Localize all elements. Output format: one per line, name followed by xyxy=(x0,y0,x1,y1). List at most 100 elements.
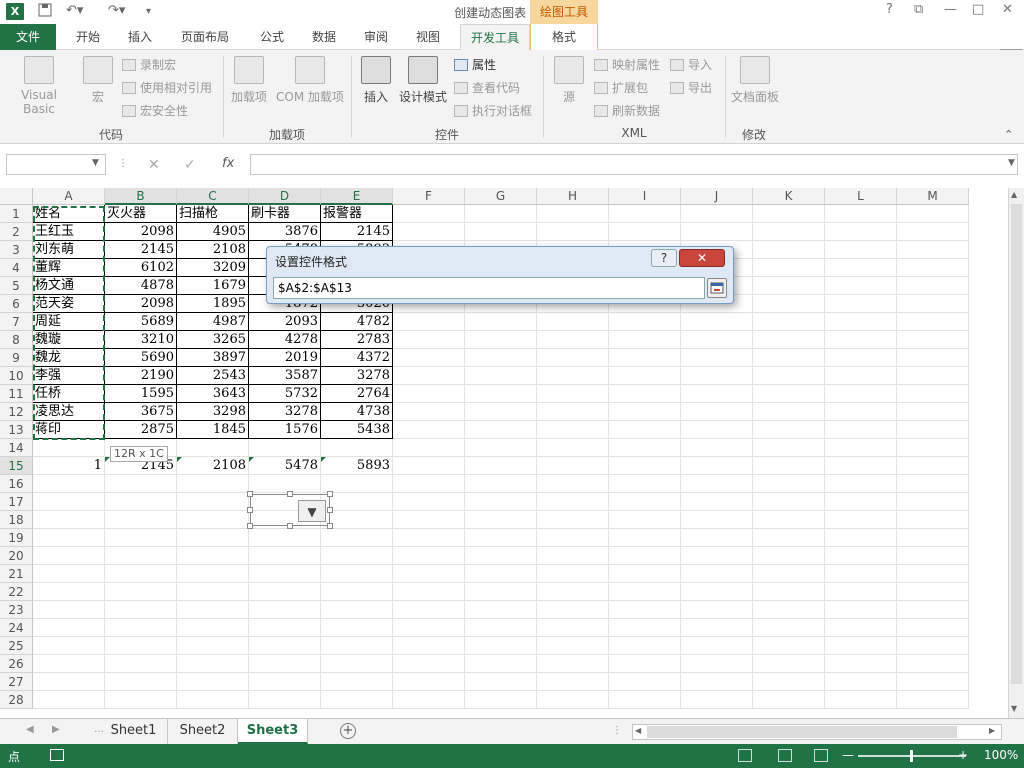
cell-i12[interactable] xyxy=(609,403,681,421)
cell-f18[interactable] xyxy=(393,511,465,529)
tab-home[interactable]: 开始 xyxy=(66,24,110,50)
cell-b2[interactable]: 2098 xyxy=(105,223,177,241)
cell-i21[interactable] xyxy=(609,565,681,583)
cell-m1[interactable] xyxy=(897,205,969,223)
cell-a28[interactable] xyxy=(33,691,105,709)
cell-i7[interactable] xyxy=(609,313,681,331)
cell-j7[interactable] xyxy=(681,313,753,331)
cell-f11[interactable] xyxy=(393,385,465,403)
cell-g13[interactable] xyxy=(465,421,537,439)
cell-l28[interactable] xyxy=(825,691,897,709)
cell-l9[interactable] xyxy=(825,349,897,367)
row-header-10[interactable]: 10 xyxy=(0,367,33,385)
cell-a8[interactable]: 魏璇 xyxy=(33,331,105,349)
cell-j15[interactable] xyxy=(681,457,753,475)
relative-reference-button[interactable]: 使用相对引用 xyxy=(122,79,212,96)
row-header-15[interactable]: 15 xyxy=(0,457,33,475)
cell-a3[interactable]: 刘东萌 xyxy=(33,241,105,259)
row-header-25[interactable]: 25 xyxy=(0,637,33,655)
close-window-icon[interactable]: ✕ xyxy=(1002,2,1013,17)
cell-i23[interactable] xyxy=(609,601,681,619)
cell-k3[interactable] xyxy=(753,241,825,259)
cell-i18[interactable] xyxy=(609,511,681,529)
run-dialog-button[interactable]: 执行对话框 xyxy=(454,102,532,119)
cell-l6[interactable] xyxy=(825,295,897,313)
cell-k28[interactable] xyxy=(753,691,825,709)
dialog-close-button[interactable]: ✕ xyxy=(679,249,725,267)
row-header-13[interactable]: 13 xyxy=(0,421,33,439)
cell-b26[interactable] xyxy=(105,655,177,673)
cell-k11[interactable] xyxy=(753,385,825,403)
cell-k10[interactable] xyxy=(753,367,825,385)
cell-b16[interactable] xyxy=(105,475,177,493)
cancel-icon[interactable]: ✕ xyxy=(148,157,160,173)
dropdown-arrow-icon[interactable]: ▼ xyxy=(298,500,326,522)
cell-g15[interactable] xyxy=(465,457,537,475)
cell-e10[interactable]: 3278 xyxy=(321,367,393,385)
cell-i13[interactable] xyxy=(609,421,681,439)
cell-g21[interactable] xyxy=(465,565,537,583)
cell-f10[interactable] xyxy=(393,367,465,385)
cell-j14[interactable] xyxy=(681,439,753,457)
cell-j27[interactable] xyxy=(681,673,753,691)
row-header-1[interactable]: 1 xyxy=(0,205,33,223)
cell-c25[interactable] xyxy=(177,637,249,655)
cell-a19[interactable] xyxy=(33,529,105,547)
cell-l21[interactable] xyxy=(825,565,897,583)
cell-k18[interactable] xyxy=(753,511,825,529)
cell-k16[interactable] xyxy=(753,475,825,493)
cell-d9[interactable]: 2019 xyxy=(249,349,321,367)
cell-h16[interactable] xyxy=(537,475,609,493)
cell-e24[interactable] xyxy=(321,619,393,637)
cell-l18[interactable] xyxy=(825,511,897,529)
cell-c10[interactable]: 2543 xyxy=(177,367,249,385)
cell-d15[interactable]: 5478 xyxy=(249,457,321,475)
cell-l23[interactable] xyxy=(825,601,897,619)
cell-c22[interactable] xyxy=(177,583,249,601)
cell-b5[interactable]: 4878 xyxy=(105,277,177,295)
row-header-21[interactable]: 21 xyxy=(0,565,33,583)
cell-g18[interactable] xyxy=(465,511,537,529)
cell-j21[interactable] xyxy=(681,565,753,583)
sheet-tab-sheet2[interactable]: Sheet2 xyxy=(168,719,238,744)
visual-basic-button[interactable]: Visual Basic xyxy=(4,56,74,116)
cell-f9[interactable] xyxy=(393,349,465,367)
cell-d24[interactable] xyxy=(249,619,321,637)
cell-f2[interactable] xyxy=(393,223,465,241)
cell-e21[interactable] xyxy=(321,565,393,583)
cell-b18[interactable] xyxy=(105,511,177,529)
cell-k25[interactable] xyxy=(753,637,825,655)
cell-j26[interactable] xyxy=(681,655,753,673)
cell-f23[interactable] xyxy=(393,601,465,619)
cell-i24[interactable] xyxy=(609,619,681,637)
cell-k5[interactable] xyxy=(753,277,825,295)
sheet-tab-sheet1[interactable]: Sheet1 xyxy=(100,719,168,744)
row-header-3[interactable]: 3 xyxy=(0,241,33,259)
cell-c13[interactable]: 1845 xyxy=(177,421,249,439)
cell-b21[interactable] xyxy=(105,565,177,583)
map-properties-button[interactable]: 映射属性 xyxy=(594,56,660,73)
cell-l20[interactable] xyxy=(825,547,897,565)
cell-m20[interactable] xyxy=(897,547,969,565)
cell-f16[interactable] xyxy=(393,475,465,493)
cell-g24[interactable] xyxy=(465,619,537,637)
cell-h25[interactable] xyxy=(537,637,609,655)
cell-e19[interactable] xyxy=(321,529,393,547)
cell-g1[interactable] xyxy=(465,205,537,223)
cell-i20[interactable] xyxy=(609,547,681,565)
cell-g28[interactable] xyxy=(465,691,537,709)
cell-h27[interactable] xyxy=(537,673,609,691)
cell-h17[interactable] xyxy=(537,493,609,511)
cell-e26[interactable] xyxy=(321,655,393,673)
cell-m5[interactable] xyxy=(897,277,969,295)
cell-m19[interactable] xyxy=(897,529,969,547)
row-header-8[interactable]: 8 xyxy=(0,331,33,349)
page-layout-view-icon[interactable] xyxy=(778,749,792,762)
cell-b9[interactable]: 5690 xyxy=(105,349,177,367)
row-header-27[interactable]: 27 xyxy=(0,673,33,691)
cell-e27[interactable] xyxy=(321,673,393,691)
cell-i15[interactable] xyxy=(609,457,681,475)
cell-j20[interactable] xyxy=(681,547,753,565)
cell-b13[interactable]: 2875 xyxy=(105,421,177,439)
cell-c19[interactable] xyxy=(177,529,249,547)
